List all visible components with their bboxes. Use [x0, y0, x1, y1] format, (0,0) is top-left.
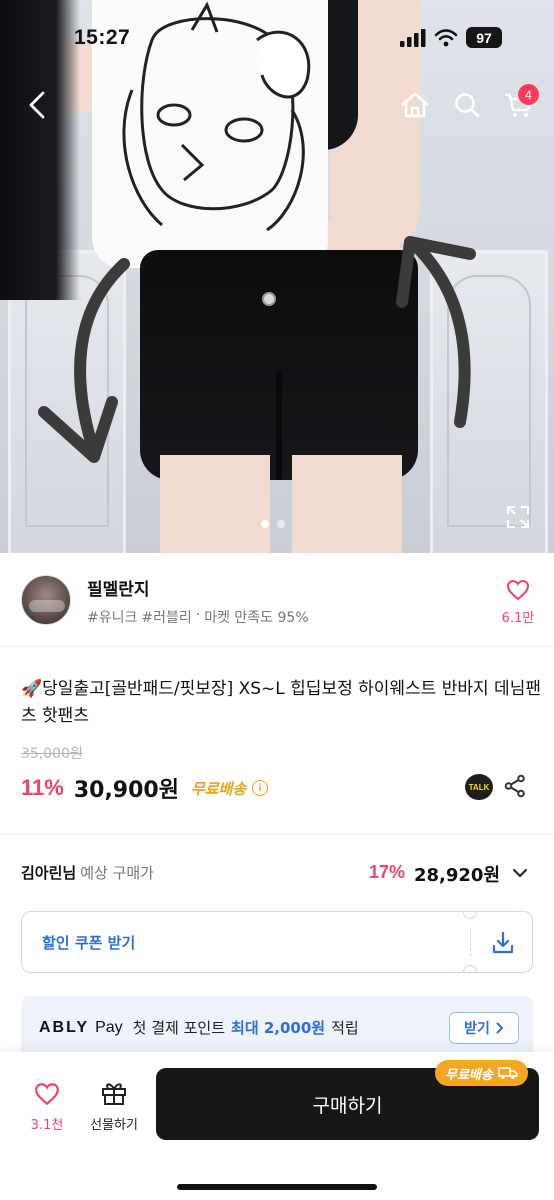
member-price-label: 김아린님 예상 구매가: [21, 862, 154, 883]
shorts-button: [262, 292, 276, 306]
gift-button[interactable]: 선물하기: [84, 1080, 144, 1133]
free-shipping-tag: 무료배송: [435, 1060, 528, 1086]
battery-indicator: 97: [466, 27, 502, 48]
share-button[interactable]: [503, 774, 527, 798]
ably-pay-text-after: 적립: [331, 1019, 359, 1037]
seller-satisfaction: 마켓 만족도 95%: [204, 610, 309, 626]
ably-pay-button-label: 받기: [464, 1021, 490, 1037]
image-pagination: [261, 520, 285, 528]
coupon-separator: [470, 930, 471, 956]
share-icon: [504, 774, 525, 798]
product-title: 🚀당일출고[골반패드/핏보장] XS~L 힙딥보정 하이웨스트 반바지 데님팬츠…: [21, 679, 541, 726]
original-price: 35,000원: [21, 746, 83, 762]
expand-icon: [507, 506, 529, 528]
ably-pay-label: Pay: [95, 1018, 123, 1036]
home-icon: [401, 92, 429, 118]
chevron-left-icon: [29, 91, 45, 119]
bottom-action-bar: 3.1천 선물하기 구매하기 무료배송: [0, 1052, 554, 1200]
cart-count-badge: 4: [518, 84, 539, 105]
status-time: 15:27: [74, 26, 131, 49]
seller-tag: #유니크: [87, 610, 138, 626]
discount-rate: 11%: [21, 775, 64, 800]
coupon-download-button[interactable]: 할인 쿠폰 받기: [21, 911, 533, 973]
pagination-dot: [277, 520, 285, 528]
status-icons: 97: [400, 27, 502, 48]
member-discount-rate: 17%: [369, 862, 406, 882]
ably-pay-receive-button[interactable]: 받기: [449, 1012, 519, 1044]
info-icon[interactable]: i: [252, 780, 269, 796]
wifi-icon: [434, 28, 458, 46]
search-button[interactable]: [448, 86, 486, 124]
product-image[interactable]: 15:27 97 4: [0, 0, 554, 553]
expected-price-label: 예상 구매가: [80, 864, 154, 882]
truck-icon: [498, 1067, 518, 1080]
section-divider: [0, 834, 554, 835]
gift-icon: [102, 1083, 126, 1105]
leg-right: [292, 455, 402, 553]
like-count: 3.1천: [30, 1118, 64, 1133]
member-price-row[interactable]: 김아린님 예상 구매가 17% 28,920원: [21, 862, 533, 886]
curve-arrow-right: [396, 236, 476, 428]
heart-icon: [35, 1083, 59, 1106]
ably-pay-text-before: 첫 결제 포인트: [132, 1019, 226, 1037]
seller-like-button[interactable]: 6.1만: [498, 579, 538, 626]
cellular-signal-icon: [400, 28, 426, 47]
curve-arrow-left: [38, 258, 130, 463]
member-expected-price: 28,920원: [414, 865, 501, 886]
pagination-dot-active: [261, 520, 269, 528]
seller-tag: #러블리: [141, 610, 192, 626]
seller-tag-separator: ·: [195, 607, 201, 623]
leg-left: [160, 455, 270, 553]
search-icon: [455, 93, 480, 118]
sale-price: 30,900원: [73, 778, 179, 803]
home-button[interactable]: [396, 86, 434, 124]
coupon-label: 할인 쿠폰 받기: [42, 934, 136, 952]
chevron-right-icon: [496, 1022, 503, 1034]
seller-tags: #유니크 #러블리 · 마켓 만족도 95%: [87, 607, 309, 627]
talk-label: TALK: [468, 782, 490, 792]
ably-pay-highlight: 최대 2,000원: [231, 1019, 326, 1037]
ably-logo: ABLY: [39, 1018, 90, 1036]
price-row: 11% 30,900원 무료배송 i: [21, 772, 269, 804]
heart-icon: [506, 579, 530, 601]
free-shipping-label: 무료배송: [190, 779, 247, 798]
gift-label: 선물하기: [90, 1118, 138, 1133]
expand-image-button[interactable]: [505, 504, 531, 530]
seller-name[interactable]: 필멜란지: [87, 575, 150, 600]
denim-shorts: [140, 250, 418, 480]
seller-like-count: 6.1만: [501, 611, 535, 626]
seller-section[interactable]: 필멜란지 #유니크 #러블리 · 마켓 만족도 95% 6.1만: [0, 553, 554, 647]
home-indicator[interactable]: [177, 1184, 377, 1190]
kakao-talk-share-button[interactable]: TALK: [465, 774, 493, 800]
download-icon: [492, 931, 514, 954]
back-button[interactable]: [18, 86, 56, 124]
free-shipping-tag-label: 무료배송: [445, 1067, 493, 1083]
chevron-down-icon[interactable]: [511, 864, 529, 882]
like-button[interactable]: 3.1천: [30, 1082, 64, 1133]
ably-pay-banner[interactable]: ABLY Pay 첫 결제 포인트 최대 2,000원 적립 받기: [21, 996, 533, 1058]
ably-pay-text: ABLY Pay 첫 결제 포인트 최대 2,000원 적립: [39, 1017, 359, 1038]
seller-avatar[interactable]: [21, 575, 71, 625]
member-name: 김아린님: [21, 864, 77, 882]
